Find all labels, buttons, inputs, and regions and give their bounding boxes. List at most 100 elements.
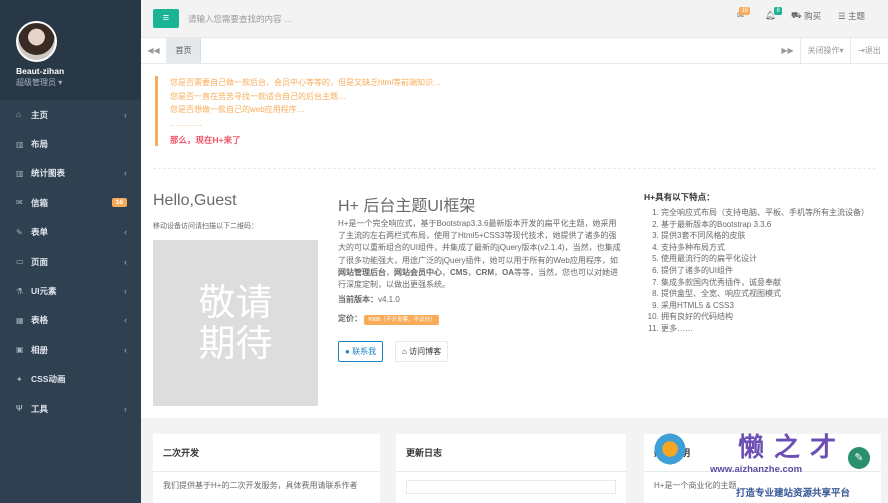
watermark-brand: 懒之才 — [738, 432, 847, 462]
chevron-left-icon: ‹ — [124, 344, 127, 355]
columns-icon: ▥ — [16, 139, 24, 149]
qr-hint: 移动设备访问请扫描以下二维码： — [153, 223, 258, 230]
edit-icon: ✎ — [16, 227, 23, 237]
watermark: 懒之才 www.aizhanzhe.com 打造专业建站资源共享平台 ✎ — [650, 425, 888, 503]
chevron-left-icon: ‹ — [124, 168, 127, 179]
price-label: ¥988（不开发票，不议价） — [364, 315, 440, 325]
chevron-left-icon: ‹ — [124, 256, 127, 267]
guest-title: Hello,Guest — [153, 192, 237, 209]
search-input[interactable]: 请输入您需要查找的内容 … — [188, 13, 292, 25]
top-navbar: ≡ 请输入您需要查找的内容 … ✉ 16 🔔︎ 8 ⛟ 购买 ☰ 主题 — [141, 0, 888, 38]
dev-title: 二次开发 — [153, 434, 380, 472]
theme-label: 主题 — [848, 11, 866, 21]
dev-panel: 二次开发 我们提供基于H+的二次开发服务，具体费用请联系作者 — [153, 434, 380, 503]
sidebar-item-7[interactable]: ▦ 表格 ‹ — [0, 306, 141, 335]
sidebar-item-label: 统计图表 — [31, 168, 66, 179]
tab-scroll-right-button[interactable]: ▶▶ — [775, 38, 801, 63]
sidebar-item-label: 工具 — [31, 403, 49, 414]
intro-punchline: 那么，现在H+来了 — [170, 135, 241, 145]
cart-icon: ⛟ — [791, 10, 802, 20]
chevron-left-icon: ‹ — [124, 286, 127, 297]
sidebar-item-5[interactable]: ▭ 页面 ‹ — [0, 247, 141, 276]
sidebar-item-6[interactable]: ⚗ UI元素 ‹ — [0, 276, 141, 305]
watermark-url: www.aizhanzhe.com — [710, 464, 803, 475]
user-role-dropdown[interactable]: 超级管理员 ▾ — [16, 77, 62, 88]
home-icon: ⌂ — [402, 347, 407, 356]
sign-out-icon: ⇥ — [858, 46, 865, 55]
sidebar: Beaut-zihan 超级管理员 ▾ ⌂ 主页 ‹ ▥ 布局 ▥ 统计图表 ‹ ✉ 信箱 16 ✎ 表… — [0, 0, 141, 503]
tab-strip — [201, 38, 775, 63]
tab-scroll-left-button[interactable]: ◀◀ — [141, 38, 167, 63]
dev-text: 我们提供基于H+的二次开发服务，具体费用请联系作者 — [163, 481, 358, 490]
theme-link[interactable]: ☰ 主题 — [838, 10, 865, 22]
changelog-panel: 更新日志 — [396, 434, 626, 503]
messages-button[interactable]: ✉ 16 — [737, 7, 751, 21]
feature-item: 支持多种布局方式 — [661, 242, 877, 254]
tasks-icon: ☰ — [838, 10, 846, 21]
envelope-icon: ✉ 16 — [737, 7, 751, 20]
price-row: 定价： ¥988（不开发票，不议价） — [338, 313, 440, 325]
sidebar-item-label: 表格 — [31, 315, 49, 326]
feature-item: 提供3套不同风格的皮肤 — [661, 230, 877, 242]
buy-label: 购买 — [804, 11, 822, 21]
qq-icon: ● — [345, 347, 350, 356]
menu-toggle-button[interactable]: ≡ — [153, 9, 179, 28]
sidebar-item-label: UI元素 — [31, 286, 57, 297]
bar-chart-icon: ▥ — [16, 168, 24, 178]
sidebar-item-label: 主页 — [31, 109, 49, 120]
table-icon: ▦ — [16, 315, 24, 325]
intro-quote: 您是否需要自己做一款后台、会员中心等等的，但是又缺乏html等前端知识… 您是否一… — [155, 76, 575, 146]
sidebar-item-9[interactable]: ✦ CSS动画 — [0, 365, 141, 394]
sidebar-item-0[interactable]: ⌂ 主页 ‹ — [0, 100, 141, 129]
sidebar-item-3[interactable]: ✉ 信箱 16 — [0, 188, 141, 217]
buy-link[interactable]: ⛟ 购买 — [791, 10, 821, 22]
sidebar-item-label: 布局 — [31, 139, 49, 150]
sidebar-item-1[interactable]: ▥ 布局 — [0, 129, 141, 158]
sidebar-item-label: 相册 — [31, 344, 49, 355]
caret-down-icon: ▾ — [58, 78, 63, 87]
bell-icon: 🔔︎ 8 — [765, 7, 782, 20]
tab-home[interactable]: 首页 — [167, 38, 201, 63]
avatar[interactable] — [16, 21, 57, 62]
intro-line: 您是否需要自己做一款后台、会员中心等等的，但是又缺乏html等前端知识… — [170, 78, 442, 87]
chat-bubble-icon[interactable]: ✎ — [848, 447, 870, 469]
flask-icon: ⚗ — [16, 286, 24, 296]
desktop-icon: ▭ — [16, 257, 24, 267]
feature-item: 完全响应式布局（支持电脑、平板、手机等所有主流设备） — [661, 207, 877, 219]
close-ops-dropdown[interactable]: 关闭操作▾ — [801, 38, 851, 63]
changelog-item[interactable] — [406, 480, 616, 494]
chevron-left-icon: ‹ — [124, 403, 127, 414]
messages-count-badge: 16 — [739, 7, 751, 15]
bars-icon: ≡ — [162, 12, 170, 24]
magic-icon: ✦ — [16, 374, 23, 384]
chevron-left-icon: ‹ — [124, 315, 127, 326]
qr-code-placeholder: 敬请 期待 — [153, 240, 318, 406]
feature-item: 拥有良好的代码结构 — [661, 311, 877, 323]
user-name[interactable]: Beaut-zihan — [16, 66, 64, 76]
contact-me-button[interactable]: ● 联系我 — [338, 341, 384, 362]
features-title: H+具有以下特点： — [644, 192, 715, 202]
feature-item: 基于最新版本的Bootstrap 3.3.6 — [661, 219, 877, 231]
watermark-logo — [652, 431, 688, 467]
version-row: 当前版本：v4.1.0 — [338, 295, 400, 304]
content-tabs: ◀◀ 首页 ▶▶ 关闭操作▾ ⇥退出 — [141, 38, 888, 64]
feature-item: 提供了诸多的UI组件 — [661, 265, 877, 277]
sidebar-item-label: 页面 — [31, 256, 49, 267]
about-title: H+ 后台主题UI框架 — [338, 198, 476, 215]
about-description: H+是一个完全响应式，基于Bootstrap3.3.6最新版本开发的扁平化主题，… — [338, 219, 621, 290]
visit-blog-button[interactable]: ⌂ 访问博客 — [395, 341, 449, 362]
chevron-left-icon: ‹ — [124, 109, 127, 120]
alerts-button[interactable]: 🔔︎ 8 — [765, 7, 782, 21]
feature-item: 采用HTML5 & CSS3 — [661, 300, 877, 312]
welcome-panel: 您是否需要自己做一款后台、会员中心等等的，但是又缺乏html等前端知识… 您是否一… — [141, 64, 888, 418]
sidebar-item-2[interactable]: ▥ 统计图表 ‹ — [0, 159, 141, 188]
logout-button[interactable]: ⇥退出 — [851, 38, 888, 63]
sidebar-item-10[interactable]: Ψ 工具 ‹ — [0, 394, 141, 423]
watermark-slogan: 打造专业建站资源共享平台 — [736, 488, 851, 499]
intro-line: ………… — [170, 118, 202, 128]
feature-item: 提供盒型、全宽、响应式视图模式 — [661, 288, 877, 300]
sidebar-item-8[interactable]: ▣ 相册 ‹ — [0, 335, 141, 364]
feature-item: 集成多款国内优秀插件，诚意奉献 — [661, 277, 877, 289]
alerts-count-badge: 8 — [774, 7, 782, 15]
sidebar-item-4[interactable]: ✎ 表单 ‹ — [0, 218, 141, 247]
